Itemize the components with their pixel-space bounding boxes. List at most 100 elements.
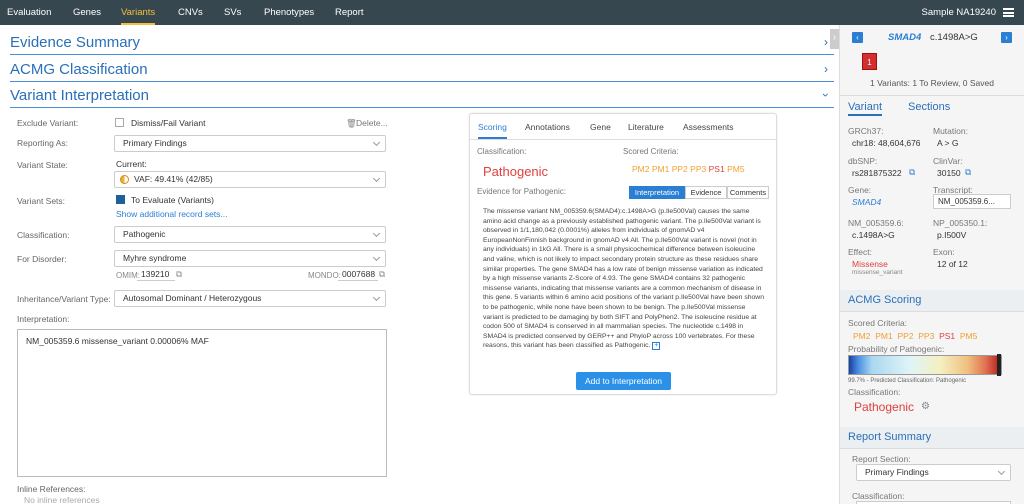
state-select[interactable]: VAF: 49.41% (42/85) [114,171,386,188]
variant-interpretation-section[interactable]: Variant Interpretation › [10,82,834,108]
variant-gene[interactable]: SMAD4 [888,32,921,43]
grch-label: GRCh37: [848,126,884,136]
panel-criteria: PM2 PM1 PP2 PP3 PS1 PM5 [632,164,745,174]
inheritance-select[interactable]: Autosomal Dominant / Heterozygous [114,290,386,307]
mondo-input[interactable]: 0007688 [338,268,378,281]
divider [840,95,1024,96]
criterion-ps1: PS1 [939,331,956,341]
external-link-icon[interactable]: ⧉ [379,269,385,280]
nav-tab-variants[interactable]: Variants [121,0,156,25]
report-classification-label: Classification: [852,491,905,501]
expand-icon[interactable]: + [652,342,661,351]
effect-sub: missense_variant [852,269,903,276]
inheritance-value: Autosomal Dominant / Heterozygous [123,293,262,303]
acmg-scoring-header[interactable]: ACMG Scoring [840,290,1024,312]
dbsnp-value[interactable]: rs281875322 [852,168,902,178]
nav-tab-evaluation[interactable]: Evaluation [7,0,51,25]
report-section-select[interactable]: Primary Findings [856,464,1011,481]
to-evaluate-checkbox[interactable] [116,195,125,204]
criterion-ps1: PS1 [708,164,725,174]
tab-gene[interactable]: Gene [590,122,611,132]
collapse-handle[interactable]: › [830,29,839,49]
add-to-interpretation-button[interactable]: Add to Interpretation [576,372,671,390]
tab-literature[interactable]: Literature [628,122,664,132]
interpretation-textarea[interactable]: NM_005359.6 missense_variant 0.00006% MA… [17,329,387,477]
tab-scoring[interactable]: Scoring [478,122,507,139]
disorder-select[interactable]: Myhre syndrome [114,250,386,267]
clinvar-label: ClinVar: [933,156,963,166]
scored-criteria: PM2 PM1 PP2 PP3 PS1 PM5 [853,331,977,341]
chevron-down-icon[interactable]: › [819,93,833,97]
dbsnp-label: dbSNP: [848,156,878,166]
classification-label: Classification: [17,230,70,240]
external-link-icon[interactable]: ⧉ [909,167,915,178]
section-title: Variant Interpretation [10,87,149,104]
nm-value: c.1498A>G [852,230,895,240]
disorder-label: For Disorder: [17,254,67,264]
tab-assessments[interactable]: Assessments [683,122,734,132]
classification-select[interactable]: Pathogenic [114,226,386,243]
probability-gauge [848,354,1002,376]
nav-tab-cnvs[interactable]: CNVs [178,0,203,25]
variant-summary: 1 Variants: 1 To Review, 0 Saved [870,78,994,88]
report-section-value: Primary Findings [865,467,929,477]
external-link-icon[interactable]: ⧉ [176,269,182,280]
interpretation-body: The missense variant NM_005359.6(SMAD4):… [483,207,767,351]
gear-icon[interactable]: ⚙ [921,401,930,412]
dismiss-checkbox[interactable] [115,118,124,127]
scored-criteria-label: Scored Criteria: [848,318,908,328]
nav-tab-svs[interactable]: SVs [224,0,241,25]
inline-references-label: Inline References: [17,484,86,494]
chevron-right-icon[interactable]: › [824,62,828,76]
clinvar-value[interactable]: 30150 [937,168,961,178]
nav-tab-genes[interactable]: Genes [73,0,101,25]
menu-icon[interactable] [1003,8,1014,17]
report-section-label: Report Section: [852,454,911,464]
tab-divider [470,139,776,140]
gene-label: Gene: [848,185,872,195]
variant-count-badge[interactable]: 1 [862,53,877,70]
nav-tab-report[interactable]: Report [335,0,364,25]
criterion-pm5: PM5 [727,164,745,174]
external-link-icon[interactable]: ⧉ [965,167,971,178]
report-summary-header[interactable]: Report Summary [840,427,1024,449]
inheritance-label: Inheritance/Variant Type: [17,294,111,304]
chevron-right-icon[interactable]: › [824,35,828,49]
reporting-value: Primary Findings [123,138,187,148]
show-record-sets-link[interactable]: Show additional record sets... [116,209,228,219]
criterion-pp2: PP2 [897,331,914,341]
gene-value[interactable]: SMAD4 [852,197,881,207]
tab-annotations[interactable]: Annotations [525,122,570,132]
next-variant-button[interactable]: › [1001,32,1012,43]
criterion-pm2: PM2 [853,331,871,341]
subtab-comments[interactable]: Comments [727,186,769,199]
omim-input[interactable]: 139210 [137,268,175,281]
tab-sections[interactable]: Sections [908,101,950,113]
reporting-label: Reporting As: [17,138,69,148]
tab-variant[interactable]: Variant [848,101,883,116]
evidence-panel: Scoring Annotations Gene Literature Asse… [469,113,777,395]
prev-variant-button[interactable]: ‹ [852,32,863,43]
criterion-pm1: PM1 [875,331,893,341]
criterion-pp3: PP3 [690,164,707,174]
delete-button[interactable]: Delete... [356,118,388,128]
disorder-value: Myhre syndrome [123,253,187,263]
inline-references-value: No inline references [24,495,100,504]
subtab-evidence[interactable]: Evidence [685,186,727,199]
nav-tab-phenotypes[interactable]: Phenotypes [264,0,314,25]
evidence-label: Evidence for Pathogenic: [477,187,566,196]
sets-label: Variant Sets: [17,196,66,206]
reporting-select[interactable]: Primary Findings [114,135,386,152]
acmg-classification-label: Classification: [848,387,901,397]
subtab-interpretation[interactable]: Interpretation [629,186,685,199]
transcript-select[interactable]: NM_005359.6... [933,194,1011,209]
criterion-pp3: PP3 [918,331,935,341]
evidence-summary-section[interactable]: Evidence Summary › [10,29,834,55]
interpretation-label: Interpretation: [17,314,70,324]
dismiss-label: Dismiss/Fail Variant [131,118,206,128]
state-label: Variant State: [17,160,68,170]
interpretation-body-text: The missense variant NM_005359.6(SMAD4):… [483,208,764,350]
panel-classification-label: Classification: [477,147,527,156]
acmg-classification-section[interactable]: ACMG Classification › [10,56,834,82]
panel-scored-label: Scored Criteria: [623,147,679,156]
